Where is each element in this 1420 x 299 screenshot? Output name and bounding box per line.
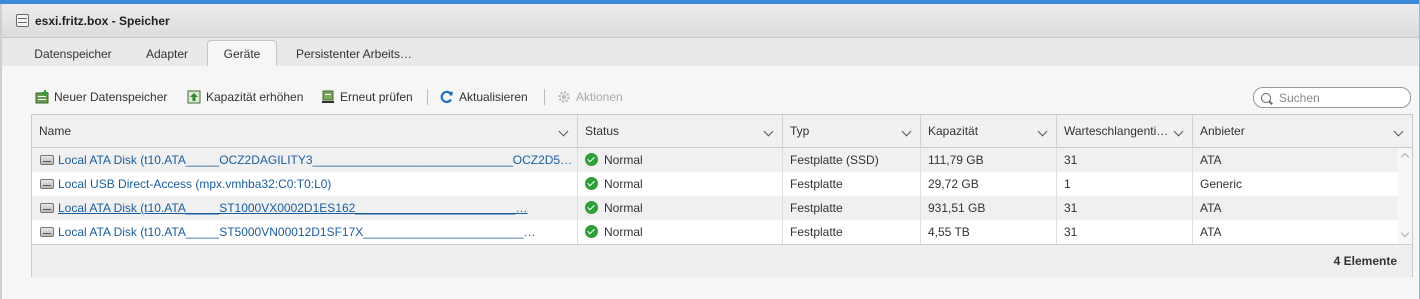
rescan-icon — [321, 90, 335, 104]
column-header-capacity[interactable]: Kapazität — [921, 115, 1057, 147]
check-circle-icon — [585, 153, 598, 166]
device-name-link[interactable]: Local USB Direct-Access (mpx.vmhba32:C0:… — [32, 172, 578, 196]
type-cell: Festplatte — [783, 196, 921, 220]
column-header-vendor[interactable]: Anbieter — [1193, 115, 1412, 147]
table-row[interactable]: Local ATA Disk (t10.ATA_____ST1000VX0002… — [32, 196, 1398, 220]
new-datastore-label: Neuer Datenspeicher — [54, 90, 168, 104]
scroll-down-icon[interactable] — [1400, 228, 1410, 238]
new-datastore-button[interactable]: Neuer Datenspeicher — [35, 87, 167, 107]
table-header: Name Status Typ Kapazität Warteschlangen… — [32, 115, 1412, 148]
increase-capacity-button[interactable]: Kapazität erhöhen — [187, 87, 303, 107]
capacity-cell: 111,79 GB — [921, 148, 1057, 172]
actions-label: Aktionen — [576, 90, 623, 104]
vendor-cell: ATA — [1200, 225, 1222, 239]
disk-icon — [40, 179, 54, 189]
table-row[interactable]: Local ATA Disk (t10.ATA_____OCZ2DAGILITY… — [32, 148, 1398, 172]
vendor-cell: Generic — [1200, 177, 1243, 191]
status-cell: Normal — [578, 148, 783, 172]
chevron-down-icon[interactable] — [1037, 126, 1048, 137]
queue-depth-cell: 31 — [1057, 148, 1193, 172]
type-cell: Festplatte (SSD) — [783, 148, 921, 172]
column-header-queue-depth[interactable]: Warteschlangenti… — [1057, 115, 1193, 147]
vendor-cell: ATA — [1200, 201, 1222, 215]
check-circle-icon — [585, 201, 598, 214]
chevron-down-icon[interactable] — [1393, 126, 1404, 137]
tab-bar: Datenspeicher Adapter Geräte Persistente… — [2, 38, 1419, 67]
window-title: esxi.fritz.box - Speicher — [35, 13, 170, 28]
device-name-link[interactable]: Local ATA Disk (t10.ATA_____ST5000VN0001… — [32, 220, 578, 244]
table-footer: 4 Elemente — [32, 244, 1412, 277]
refresh-button[interactable]: Aktualisieren — [440, 87, 528, 107]
increase-capacity-label: Kapazität erhöhen — [206, 90, 304, 104]
capacity-cell: 931,51 GB — [921, 196, 1057, 220]
column-header-type[interactable]: Typ — [783, 115, 921, 147]
search-input[interactable] — [1277, 89, 1401, 106]
device-name-link[interactable]: Local ATA Disk (t10.ATA_____OCZ2DAGILITY… — [32, 148, 578, 172]
chevron-down-icon[interactable] — [558, 126, 569, 137]
queue-depth-cell: 31 — [1057, 220, 1193, 244]
column-header-status[interactable]: Status — [578, 115, 783, 147]
table-row[interactable]: Local USB Direct-Access (mpx.vmhba32:C0:… — [32, 172, 1398, 196]
tab-datastores[interactable]: Datenspeicher — [20, 42, 126, 66]
tab-adapters[interactable]: Adapter — [134, 42, 200, 66]
gear-icon — [557, 90, 571, 104]
search-box[interactable] — [1253, 87, 1411, 108]
status-cell: Normal — [578, 220, 783, 244]
disk-icon — [40, 155, 54, 165]
refresh-label: Aktualisieren — [459, 90, 528, 104]
search-icon — [1261, 92, 1271, 103]
chevron-down-icon[interactable] — [901, 126, 912, 137]
item-count: 4 Elemente — [1333, 254, 1397, 268]
disk-icon — [40, 227, 54, 237]
refresh-icon — [440, 90, 454, 104]
chevron-down-icon[interactable] — [1173, 126, 1184, 137]
vendor-cell: ATA — [1200, 153, 1222, 167]
column-header-name[interactable]: Name — [32, 115, 578, 147]
increase-capacity-icon — [187, 90, 201, 104]
disk-icon — [40, 203, 54, 213]
type-cell: Festplatte — [783, 172, 921, 196]
check-circle-icon — [585, 177, 598, 190]
scroll-up-icon[interactable] — [1400, 152, 1410, 162]
status-cell: Normal — [578, 172, 783, 196]
type-cell: Festplatte — [783, 220, 921, 244]
capacity-cell: 29,72 GB — [921, 172, 1057, 196]
storage-icon — [16, 14, 29, 27]
rescan-button[interactable]: Erneut prüfen — [321, 87, 413, 107]
check-circle-icon — [585, 225, 598, 238]
rescan-label: Erneut prüfen — [340, 90, 413, 104]
actions-button[interactable]: Aktionen — [557, 87, 623, 107]
tab-devices[interactable]: Geräte — [207, 40, 277, 67]
new-datastore-icon — [35, 90, 49, 104]
chevron-down-icon[interactable] — [763, 126, 774, 137]
vertical-scrollbar[interactable] — [1398, 148, 1412, 244]
capacity-cell: 4,55 TB — [921, 220, 1057, 244]
window-titlebar: esxi.fritz.box - Speicher — [2, 4, 1419, 38]
table-row[interactable]: Local ATA Disk (t10.ATA_____ST5000VN0001… — [32, 220, 1398, 244]
queue-depth-cell: 1 — [1057, 172, 1193, 196]
devices-table: Name Status Typ Kapazität Warteschlangen… — [31, 114, 1413, 277]
status-cell: Normal — [578, 196, 783, 220]
queue-depth-cell: 31 — [1057, 196, 1193, 220]
toolbar-separator — [427, 89, 428, 105]
toolbar-separator — [544, 89, 545, 105]
device-name-link[interactable]: Local ATA Disk (t10.ATA_____ST1000VX0002… — [32, 196, 578, 220]
tab-persistent-memory[interactable]: Persistenter Arbeits… — [284, 42, 424, 66]
